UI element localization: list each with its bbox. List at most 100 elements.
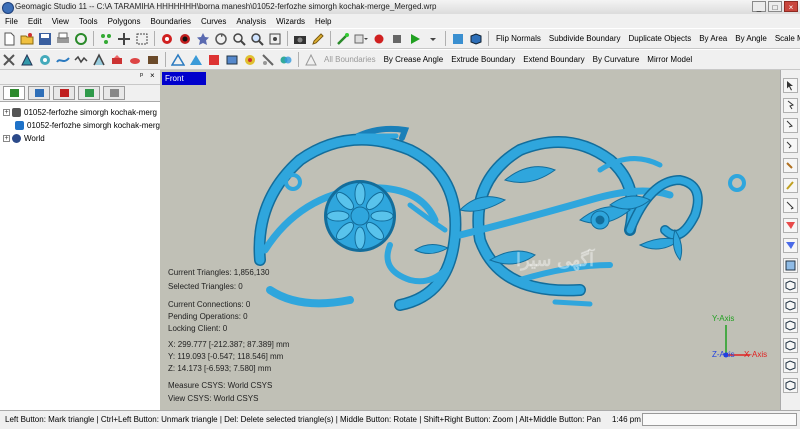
close-button[interactable]: ×	[784, 1, 798, 12]
polygon-toolbar: All Boundaries By Crease Angle Extrude B…	[0, 49, 800, 70]
tree-item-world[interactable]: + World	[0, 132, 160, 145]
tab-dialog[interactable]	[53, 86, 75, 100]
subdivide-boundary-button[interactable]: Subdivide Boundary	[545, 34, 625, 43]
select-points-icon[interactable]	[98, 31, 114, 47]
menu-edit[interactable]: Edit	[23, 17, 47, 26]
paintbrush-select-icon[interactable]	[783, 178, 798, 193]
view-bottom-icon[interactable]	[783, 358, 798, 373]
expand-icon[interactable]: +	[3, 135, 10, 142]
camera-icon[interactable]	[292, 31, 308, 47]
new-file-icon[interactable]	[1, 31, 17, 47]
graphics-viewport[interactable]: Front آگهی سیرا Current Triangles: 1,856…	[160, 70, 780, 410]
fit-plane-icon[interactable]	[206, 52, 222, 68]
mirror-model-button[interactable]: Mirror Model	[643, 55, 696, 64]
relax-icon[interactable]	[55, 52, 71, 68]
play-icon[interactable]	[407, 31, 423, 47]
tab-model-manager[interactable]	[3, 86, 25, 100]
project-boundary-icon[interactable]	[224, 52, 240, 68]
line-select-icon[interactable]	[783, 158, 798, 173]
maximize-button[interactable]: □	[768, 1, 782, 12]
select-through-icon[interactable]	[783, 238, 798, 253]
cube-view-icon[interactable]	[468, 31, 484, 47]
options-dropdown-icon[interactable]	[353, 31, 369, 47]
sandpaper-icon[interactable]	[127, 52, 143, 68]
menu-view[interactable]: View	[47, 17, 74, 26]
refresh-icon[interactable]	[73, 31, 89, 47]
move-icon[interactable]	[116, 31, 132, 47]
fit-view-icon[interactable]	[267, 31, 283, 47]
box-select-icon[interactable]	[134, 31, 150, 47]
rectangle-select-icon[interactable]	[783, 118, 798, 133]
tab-statistics[interactable]	[103, 86, 125, 100]
extrude-boundary-button[interactable]: Extrude Boundary	[447, 55, 519, 64]
view-left-icon[interactable]	[783, 298, 798, 313]
menu-analysis[interactable]: Analysis	[231, 17, 271, 26]
trim-icon[interactable]	[260, 52, 276, 68]
reduce-noise-icon[interactable]	[73, 52, 89, 68]
fill-holes-icon[interactable]	[37, 52, 53, 68]
close-panel-button[interactable]: ×	[150, 71, 155, 80]
curvature-icon[interactable]	[242, 52, 258, 68]
open-file-icon[interactable]	[19, 31, 35, 47]
create-boundary-icon[interactable]	[188, 52, 204, 68]
menu-tools[interactable]: Tools	[74, 17, 103, 26]
mesh-doctor-icon[interactable]	[19, 52, 35, 68]
minimize-button[interactable]: _	[752, 1, 766, 12]
menu-curves[interactable]: Curves	[196, 17, 231, 26]
by-crease-angle-button[interactable]: By Crease Angle	[380, 55, 448, 64]
target-icon[interactable]	[177, 31, 193, 47]
boundary-select-icon[interactable]	[303, 52, 319, 68]
tree-item-mesh-2[interactable]: 01052-ferfozhe simorgh kochak-merg	[0, 119, 160, 132]
select-visible-icon[interactable]	[783, 218, 798, 233]
star-icon[interactable]	[195, 31, 211, 47]
ellipse-select-icon[interactable]	[783, 138, 798, 153]
expand-icon[interactable]: +	[3, 109, 10, 116]
shell-icon[interactable]	[145, 52, 161, 68]
progress-box	[642, 413, 797, 426]
menu-file[interactable]: File	[0, 17, 23, 26]
stop-record-icon[interactable]	[371, 31, 387, 47]
menu-polygons[interactable]: Polygons	[103, 17, 146, 26]
shaded-view-icon[interactable]	[450, 31, 466, 47]
pencil-icon[interactable]	[310, 31, 326, 47]
extend-boundary-button[interactable]: Extend Boundary	[519, 55, 588, 64]
view-back-icon[interactable]	[783, 278, 798, 293]
view-isometric-icon[interactable]	[783, 378, 798, 393]
all-boundaries-button[interactable]: All Boundaries	[320, 55, 380, 64]
menu-wizards[interactable]: Wizards	[271, 17, 310, 26]
stop-icon[interactable]	[389, 31, 405, 47]
zoom-window-icon[interactable]	[231, 31, 247, 47]
rotate-view-icon[interactable]	[213, 31, 229, 47]
menu-help[interactable]: Help	[310, 17, 336, 26]
save-icon[interactable]	[37, 31, 53, 47]
by-angle-button[interactable]: By Angle	[731, 34, 771, 43]
tab-layers[interactable]	[78, 86, 100, 100]
lasso-select-icon[interactable]	[783, 98, 798, 113]
toolbar-separator	[287, 31, 288, 46]
view-front-icon[interactable]	[783, 258, 798, 273]
wizard-icon[interactable]	[335, 31, 351, 47]
by-curvature-button[interactable]: By Curvature	[589, 55, 644, 64]
sharpen-icon[interactable]	[91, 52, 107, 68]
custom-region-icon[interactable]	[783, 198, 798, 213]
flip-normals-button[interactable]: Flip Normals	[492, 34, 545, 43]
menu-boundaries[interactable]: Boundaries	[146, 17, 196, 26]
merge-icon[interactable]	[278, 52, 294, 68]
record-icon[interactable]	[159, 31, 175, 47]
zoom-icon[interactable]	[249, 31, 265, 47]
play-dropdown-icon[interactable]	[425, 31, 441, 47]
defeature-icon[interactable]	[109, 52, 125, 68]
edit-boundary-icon[interactable]	[170, 52, 186, 68]
view-top-icon[interactable]	[783, 338, 798, 353]
print-icon[interactable]	[55, 31, 71, 47]
view-right-icon[interactable]	[783, 318, 798, 333]
select-pointer-icon[interactable]	[783, 78, 798, 93]
pin-panel-button[interactable]: ᵖ	[140, 71, 143, 80]
tab-display[interactable]	[28, 86, 50, 100]
duplicate-objects-button[interactable]: Duplicate Objects	[625, 34, 696, 43]
statistics-icon	[109, 89, 119, 97]
delete-icon[interactable]	[1, 52, 17, 68]
by-area-button[interactable]: By Area	[695, 34, 731, 43]
tree-item-mesh-1[interactable]: + 01052-ferfozhe simorgh kochak-merg	[0, 106, 160, 119]
scale-model-button[interactable]: Scale Model	[771, 34, 800, 43]
